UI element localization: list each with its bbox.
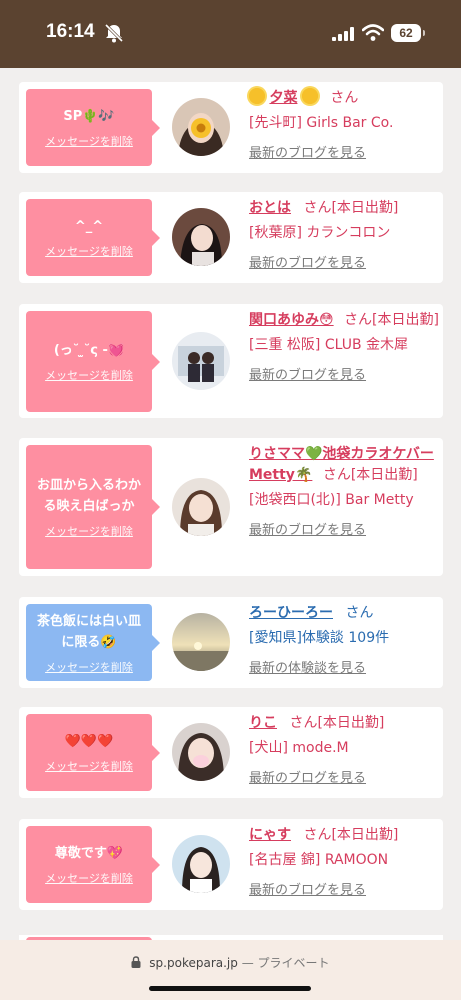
delete-message-link[interactable]: メッセージを削除 [45, 870, 133, 886]
message-text: お皿から入るわかる映え白ばっか [36, 478, 141, 514]
message-info: ろーひーろー さん [愛知県]体験談 109件 最新の体験談を見る [249, 603, 439, 679]
bell-muted-icon [104, 23, 124, 43]
latest-blog-link[interactable]: 最新のブログを見る [249, 520, 439, 541]
message-card: (っ˘ ̫˘ς -💓 メッセージを削除 関口あゆみ😳 さん[本日出勤] [三重 … [19, 304, 443, 418]
sunflower-icon [301, 88, 318, 104]
honorific: さん[本日出勤] [303, 827, 399, 843]
sunflower-icon [249, 88, 265, 104]
delete-message-link[interactable]: メッセージを削除 [45, 133, 133, 149]
lock-icon [131, 956, 141, 968]
latest-blog-link[interactable]: 最新のブログを見る [249, 143, 439, 164]
url-separator: — [237, 956, 258, 970]
message-info: りさママ💚池袋カラオケバーMetty🌴 さん[本日出勤] [池袋西口(北)] B… [249, 444, 439, 541]
experience-count: [愛知県]体験談 109件 [249, 630, 390, 646]
message-text: (っ˘ ̫˘ς -💓 [53, 343, 125, 358]
shop-name: [犬山] mode.M [249, 740, 349, 756]
message-text: 茶色飯には白い皿に限る🤣 [36, 613, 141, 650]
wifi-icon [362, 24, 384, 41]
shop-name: [名古屋 錦] RAMOON [249, 852, 389, 868]
avatar[interactable] [172, 208, 230, 266]
message-bubble: ❤️❤️❤️ メッセージを削除 [26, 714, 160, 791]
latest-blog-link[interactable]: 最新のブログを見る [249, 768, 439, 789]
latest-blog-link[interactable]: 最新のブログを見る [249, 253, 439, 274]
delete-message-link[interactable]: メッセージを削除 [45, 243, 133, 259]
message-card: 茶色飯には白い皿に限る🤣 メッセージを削除 ろーひーろー さん [愛知県]体験談… [19, 597, 443, 688]
message-card: 尊敬です💖 メッセージを削除 にゃす さん[本日出勤] [名古屋 錦] RAMO… [19, 819, 443, 910]
honorific: さん[本日出勤] [322, 467, 418, 483]
message-info: 関口あゆみ😳 さん[本日出勤] [三重 松阪] CLUB 金木犀 最新のブログを… [249, 310, 439, 386]
avatar[interactable] [172, 478, 230, 536]
browser-address-bar[interactable]: sp.pokepara.jp — プライベート [0, 940, 461, 1000]
message-bubble: 尊敬です💖 メッセージを削除 [26, 826, 160, 903]
message-info: りこ さん[本日出勤] [犬山] mode.M 最新のブログを見る [249, 713, 439, 789]
latest-blog-link[interactable]: 最新のブログを見る [249, 365, 439, 386]
shop-name: [秋葉原] カランコロン [249, 225, 391, 241]
message-bubble: ^_^ メッセージを削除 [26, 199, 160, 276]
message-card: お皿から入るわかる映え白ばっか メッセージを削除 りさママ💚池袋カラオケバーMe… [19, 438, 443, 576]
sender-name-link[interactable]: おとは [249, 200, 291, 216]
honorific: さん[本日出勤] [303, 200, 399, 216]
message-card: SP🌵🎶 メッセージを削除 夕菜 さん [先斗町] Girls Bar Co. … [19, 82, 443, 173]
sender-name-link[interactable]: 関口あゆみ😳 [249, 312, 334, 328]
message-info: 夕菜 さん [先斗町] Girls Bar Co. 最新のブログを見る [249, 88, 439, 164]
shop-name: [三重 松阪] CLUB 金木犀 [249, 337, 409, 353]
avatar[interactable] [172, 835, 230, 893]
message-text: 尊敬です💖 [54, 846, 124, 861]
honorific: さん [345, 605, 374, 621]
latest-blog-link[interactable]: 最新のブログを見る [249, 880, 439, 901]
message-info: おとは さん[本日出勤] [秋葉原] カランコロン 最新のブログを見る [249, 198, 439, 274]
avatar[interactable] [172, 332, 230, 390]
message-bubble: (っ˘ ̫˘ς -💓 メッセージを削除 [26, 311, 160, 412]
message-bubble: SP🌵🎶 メッセージを削除 [26, 89, 160, 166]
latest-experience-link[interactable]: 最新の体験談を見る [249, 658, 439, 679]
battery-icon: 62 [391, 24, 425, 42]
message-card: ❤️❤️❤️ メッセージを削除 りこ さん[本日出勤] [犬山] mode.M … [19, 707, 443, 798]
avatar[interactable] [172, 723, 230, 781]
sender-name-link[interactable]: 夕菜 [269, 90, 297, 106]
honorific: さん[本日出勤] [289, 715, 385, 731]
delete-message-link[interactable]: メッセージを削除 [45, 758, 133, 774]
shop-name: [先斗町] Girls Bar Co. [249, 115, 394, 131]
delete-message-link[interactable]: メッセージを削除 [45, 659, 133, 675]
url-display[interactable]: sp.pokepara.jp — プライベート [0, 954, 461, 971]
sender-name-link[interactable]: にゃす [249, 827, 291, 843]
message-card: ^_^ メッセージを削除 おとは さん[本日出勤] [秋葉原] カランコロン 最… [19, 192, 443, 283]
message-text: ❤️❤️❤️ [64, 734, 114, 749]
status-bar: 16:14 62 [0, 0, 461, 68]
delete-message-link[interactable]: メッセージを削除 [45, 367, 133, 383]
delete-message-link[interactable]: メッセージを削除 [45, 523, 133, 539]
message-text: ^_^ [74, 219, 104, 234]
url-text: sp.pokepara.jp [149, 956, 238, 970]
message-bubble: 茶色飯には白い皿に限る🤣 メッセージを削除 [26, 604, 160, 681]
signal-icon [332, 27, 354, 41]
home-indicator[interactable] [149, 986, 311, 991]
sender-name-link[interactable]: ろーひーろー [249, 605, 333, 621]
avatar[interactable] [172, 98, 230, 156]
shop-name: [池袋西口(北)] Bar Metty [249, 492, 414, 508]
message-info: にゃす さん[本日出勤] [名古屋 錦] RAMOON 最新のブログを見る [249, 825, 439, 901]
message-text: SP🌵🎶 [63, 109, 115, 124]
honorific: さん[本日出勤] [344, 312, 439, 328]
sender-name-link[interactable]: りこ [249, 715, 277, 731]
honorific: さん [330, 90, 359, 106]
avatar[interactable] [172, 613, 230, 671]
message-bubble: お皿から入るわかる映え白ばっか メッセージを削除 [26, 445, 160, 569]
private-label: プライベート [257, 956, 330, 970]
status-time: 16:14 [46, 21, 95, 42]
